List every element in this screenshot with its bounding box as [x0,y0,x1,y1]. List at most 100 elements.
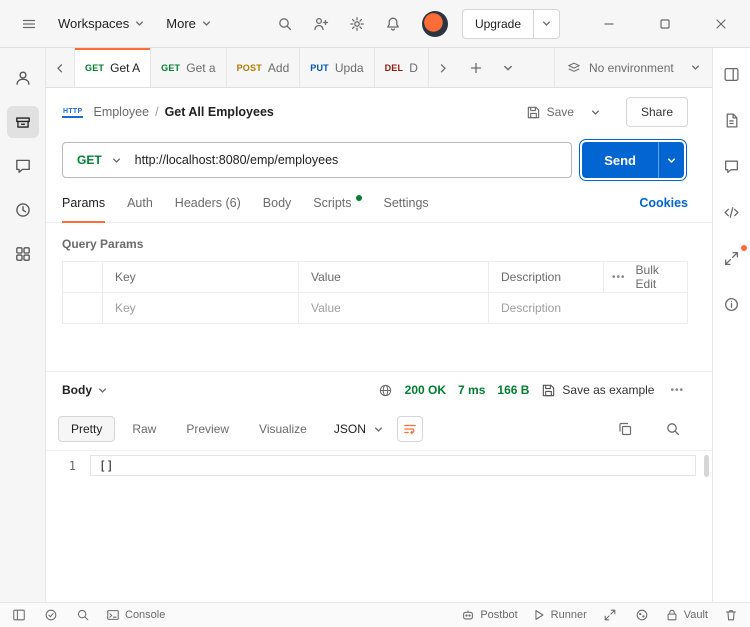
hamburger-icon [21,16,37,32]
more-menu[interactable]: More [158,10,219,37]
tab-params[interactable]: Params [62,184,105,222]
info-button[interactable] [720,292,744,316]
tab-headers[interactable]: Headers (6) [175,184,241,222]
url-input[interactable] [135,143,572,177]
line-content: [] [90,455,696,476]
chevron-down-icon [374,425,383,434]
cookies-button[interactable] [633,606,651,624]
scrollbar-thumb[interactable] [704,455,709,477]
row-handle-header [63,262,103,293]
code-line: 1 [] [46,455,712,476]
code-snippet-button[interactable] [720,200,744,224]
view-pretty[interactable]: Pretty [58,416,115,442]
sidebar-item-profile[interactable] [7,62,39,94]
find-button[interactable] [74,606,92,624]
capture-requests-button[interactable] [601,606,619,624]
tab-auth[interactable]: Auth [127,184,153,222]
account-avatar[interactable] [422,11,448,37]
trash-icon [724,608,738,622]
breadcrumb-collection[interactable]: Employee [93,105,149,119]
workspaces-menu[interactable]: Workspaces [50,10,152,37]
tab-body[interactable]: Body [263,184,292,222]
param-description-cell [489,293,688,324]
runner-label: Runner [551,609,587,621]
sidebar-item-history[interactable] [7,194,39,226]
tab-scripts[interactable]: Scripts [313,184,361,222]
workspaces-label: Workspaces [58,16,129,31]
tab-update-employee[interactable]: PUT Upda [300,48,374,87]
notifications-button[interactable] [378,9,408,39]
cookies-link[interactable]: Cookies [639,196,688,210]
bulk-edit-button[interactable]: ••• Bulk Edit [604,262,688,293]
save-button[interactable]: Save [516,105,584,120]
response-body-editor[interactable]: 1 [] [46,450,712,602]
new-tab-button[interactable] [461,53,491,83]
method-selector[interactable]: GET [63,153,135,167]
related-requests-button[interactable] [720,246,744,270]
vault-button[interactable]: Vault [665,608,708,622]
sidebar-item-apps[interactable] [7,238,39,270]
chevron-down-icon [202,19,211,28]
status-bar: Console Postbot Runner Vault [0,602,750,627]
save-split-button: Save [516,97,608,127]
response-time[interactable]: 7 ms [458,383,485,397]
param-description-input[interactable] [501,301,675,315]
postbot-label: Postbot [480,609,517,621]
share-button[interactable]: Share [626,97,688,127]
tabs-back-button[interactable] [46,48,74,87]
tabs-forward-button[interactable] [429,48,457,87]
send-options-button[interactable] [658,142,684,178]
param-key-input[interactable] [115,301,286,315]
tab-get-an-employee[interactable]: GET Get a [151,48,226,87]
param-value-input[interactable] [311,301,476,315]
close-button[interactable] [706,9,736,39]
view-raw[interactable]: Raw [119,416,169,442]
request-title[interactable]: Get All Employees [165,105,274,119]
response-size[interactable]: 166 B [497,383,529,397]
environment-selector[interactable]: No environment [554,48,712,87]
tab-get-all-employees[interactable]: GET Get A [74,48,151,87]
upgrade-caret-button[interactable] [533,10,559,38]
save-options-button[interactable] [584,97,608,127]
postbot-button[interactable]: Postbot [461,608,517,622]
trash-button[interactable] [722,606,740,624]
tab-method-badge: GET [161,63,180,73]
response-body-selector[interactable]: Body [62,383,107,397]
main-menu-button[interactable] [14,9,44,39]
sidebar-item-comments[interactable] [7,150,39,182]
save-icon [526,105,541,120]
format-selector[interactable]: JSON [334,422,383,436]
response-more-button[interactable]: ••• [666,381,688,400]
comments-button[interactable] [720,154,744,178]
checks-button[interactable] [42,606,60,624]
cookie-icon [635,608,649,622]
copy-button[interactable] [610,414,640,444]
send-button[interactable]: Send [582,142,658,178]
sidebar-item-collections[interactable] [7,106,39,138]
tab-add-employee[interactable]: POST Add [227,48,301,87]
maximize-button[interactable] [650,9,680,39]
settings-button[interactable] [342,9,372,39]
tab-options-button[interactable] [493,53,523,83]
view-visualize[interactable]: Visualize [246,416,320,442]
invite-button[interactable] [306,9,336,39]
tab-delete-employee[interactable]: DEL D [375,48,429,87]
panel-layout-button[interactable] [720,62,744,86]
chevron-down-icon [98,386,107,395]
wrap-lines-button[interactable] [397,416,423,442]
row-handle-cell [63,293,103,324]
search-button[interactable] [270,9,300,39]
status-badge[interactable]: 200 OK [405,383,446,397]
runner-button[interactable]: Runner [532,608,587,622]
view-preview[interactable]: Preview [173,416,242,442]
toggle-sidebar-button[interactable] [10,606,28,624]
console-button[interactable]: Console [106,608,165,622]
minimize-button[interactable] [594,9,624,39]
query-params-title: Query Params [62,237,688,251]
save-as-example-button[interactable]: Save as example [541,383,654,398]
search-response-button[interactable] [658,414,688,444]
tab-settings[interactable]: Settings [384,184,429,222]
send-split-button: Send [582,142,684,178]
upgrade-button[interactable]: Upgrade [463,10,533,38]
documentation-button[interactable] [720,108,744,132]
